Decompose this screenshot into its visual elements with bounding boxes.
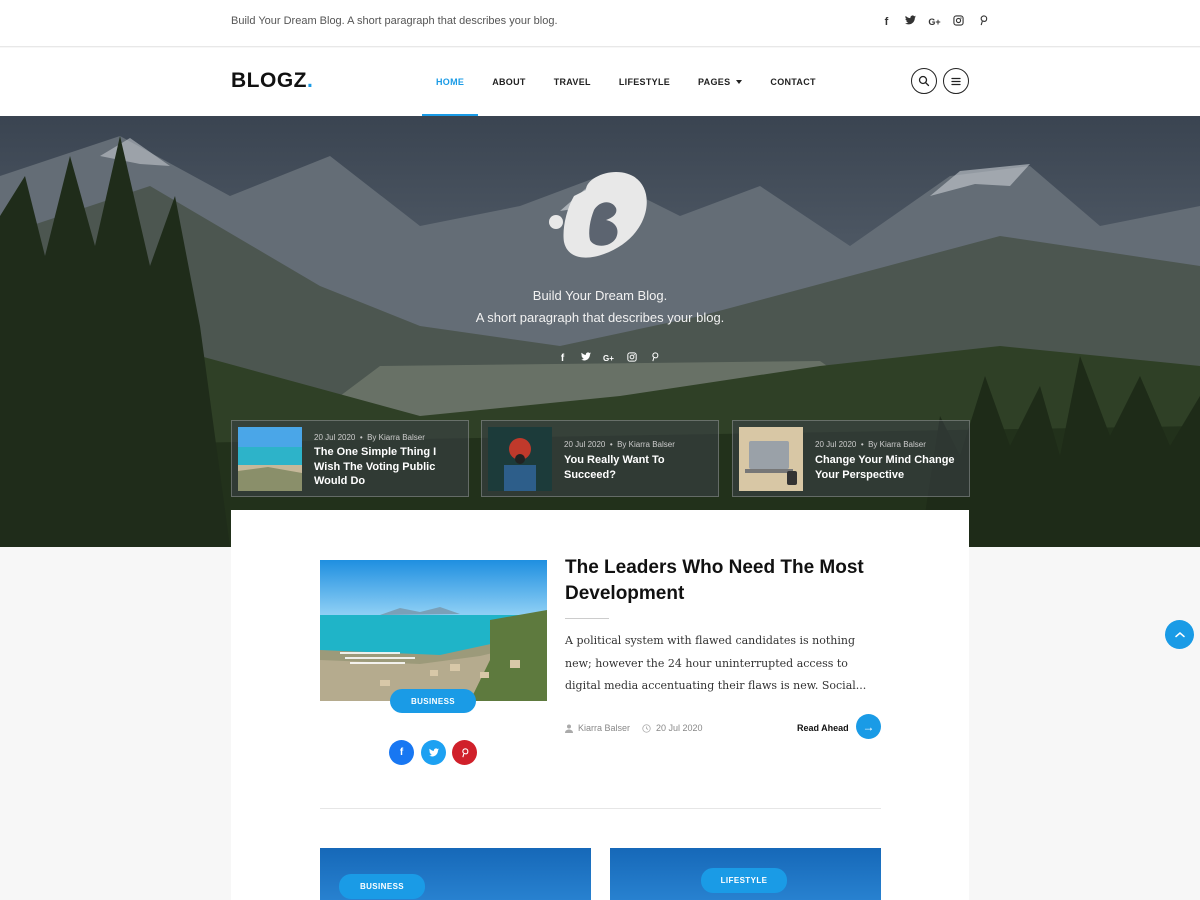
google-plus-icon[interactable]: G+ (928, 15, 941, 29)
google-plus-icon[interactable]: G+ (602, 352, 615, 366)
post-date: 20 Jul 2020 (815, 440, 857, 449)
featured-post-meta: 20 Jul 2020 • By Kiarra Balser (815, 440, 926, 449)
hero-social-links: f G+ (556, 352, 661, 366)
post-excerpt: A political system with flawed candidate… (565, 634, 867, 692)
menu-icon (951, 77, 961, 85)
facebook-icon[interactable]: f (556, 352, 569, 366)
post-author: By Kiarra Balser (367, 433, 425, 442)
top-tagline: Build Your Dream Blog. A short paragraph… (231, 15, 558, 27)
nav-travel[interactable]: TRAVEL (540, 48, 605, 116)
twitter-icon[interactable] (579, 352, 592, 366)
hero-line-1: Build Your Dream Blog. (532, 288, 668, 303)
pinterest-icon[interactable] (648, 352, 661, 366)
pinterest-icon (462, 747, 469, 757)
share-facebook-button[interactable]: f (389, 740, 414, 765)
post-date: 20 Jul 2020 (656, 723, 703, 733)
featured-post-card[interactable]: 20 Jul 2020 • By Kiarra Balser Change Yo… (732, 420, 970, 497)
category-badge[interactable]: BUSINESS (390, 689, 476, 713)
nav-lifestyle[interactable]: LIFESTYLE (605, 48, 684, 116)
twitter-icon[interactable] (904, 15, 917, 29)
featured-post-title[interactable]: The One Simple Thing I Wish The Voting P… (314, 445, 460, 489)
share-pinterest-button[interactable] (452, 740, 477, 765)
post-image[interactable] (320, 560, 547, 701)
post-author: Kiarra Balser (578, 723, 631, 733)
featured-post-card[interactable]: 20 Jul 2020 • By Kiarra Balser The One S… (231, 420, 469, 497)
facebook-icon[interactable]: f (880, 15, 893, 29)
post-title[interactable]: The Leaders Who Need The Most Developmen… (565, 555, 895, 606)
chevron-down-icon (736, 80, 743, 84)
logo-dot: . (307, 69, 314, 92)
featured-post-title[interactable]: Change Your Mind Change Your Perspective (815, 453, 961, 482)
chevron-up-icon (1174, 632, 1185, 638)
featured-post-thumbnail (238, 427, 302, 491)
post-author: By Kiarra Balser (868, 440, 926, 449)
nav-pages[interactable]: PAGES (684, 48, 756, 116)
blog-logo-mark (549, 172, 647, 258)
nav-home[interactable]: HOME (422, 48, 479, 116)
hero-banner: Build Your Dream Blog. A short paragraph… (0, 116, 1200, 547)
category-badge[interactable]: LIFESTYLE (701, 868, 787, 893)
post-author-meta: Kiarra Balser (565, 723, 630, 733)
post-list-card: BUSINESS f The Leaders Who Need The Most… (231, 510, 969, 900)
logo-text: BLOGZ (231, 69, 307, 92)
user-icon (565, 724, 573, 733)
twitter-icon (428, 748, 439, 757)
post-date: 20 Jul 2020 (314, 433, 356, 442)
search-button[interactable] (911, 68, 937, 94)
share-twitter-button[interactable] (421, 740, 446, 765)
featured-post-thumbnail (488, 427, 552, 491)
pinterest-icon[interactable] (976, 15, 989, 29)
arrow-right-icon: → (862, 719, 875, 734)
search-icon (918, 75, 930, 87)
featured-post-card[interactable]: 20 Jul 2020 • By Kiarra Balser You Reall… (481, 420, 719, 497)
site-header: BLOGZ. HOME ABOUT TRAVEL LIFESTYLE PAGES… (0, 48, 1200, 116)
nav-contact[interactable]: CONTACT (756, 48, 829, 116)
read-more-link[interactable]: Read Ahead (797, 723, 849, 733)
menu-button[interactable] (943, 68, 969, 94)
category-badge[interactable]: BUSINESS (339, 874, 425, 899)
post-date-meta: 20 Jul 2020 (642, 723, 703, 733)
featured-post-meta: 20 Jul 2020 • By Kiarra Balser (314, 433, 425, 442)
site-logo[interactable]: BLOGZ. (231, 69, 313, 93)
featured-post-meta: 20 Jul 2020 • By Kiarra Balser (564, 440, 675, 449)
facebook-icon: f (399, 747, 404, 758)
main-nav: HOME ABOUT TRAVEL LIFESTYLE PAGES CONTAC… (422, 48, 830, 116)
post-author: By Kiarra Balser (617, 440, 675, 449)
clock-icon (642, 723, 651, 733)
post-divider (320, 808, 881, 809)
nav-pages-label: PAGES (698, 77, 731, 87)
post-date: 20 Jul 2020 (564, 440, 606, 449)
top-social-links: f G+ (880, 15, 989, 29)
featured-post-thumbnail (739, 427, 803, 491)
scroll-to-top-button[interactable] (1165, 620, 1194, 649)
top-bar: Build Your Dream Blog. A short paragraph… (0, 0, 1200, 47)
instagram-icon[interactable] (625, 352, 638, 366)
instagram-icon[interactable] (952, 15, 965, 29)
title-divider (565, 618, 609, 619)
read-more-button[interactable]: → (856, 714, 881, 739)
nav-about[interactable]: ABOUT (478, 48, 540, 116)
hero-line-2: A short paragraph that describes your bl… (475, 310, 725, 325)
featured-post-title[interactable]: You Really Want To Succeed? (564, 453, 710, 482)
